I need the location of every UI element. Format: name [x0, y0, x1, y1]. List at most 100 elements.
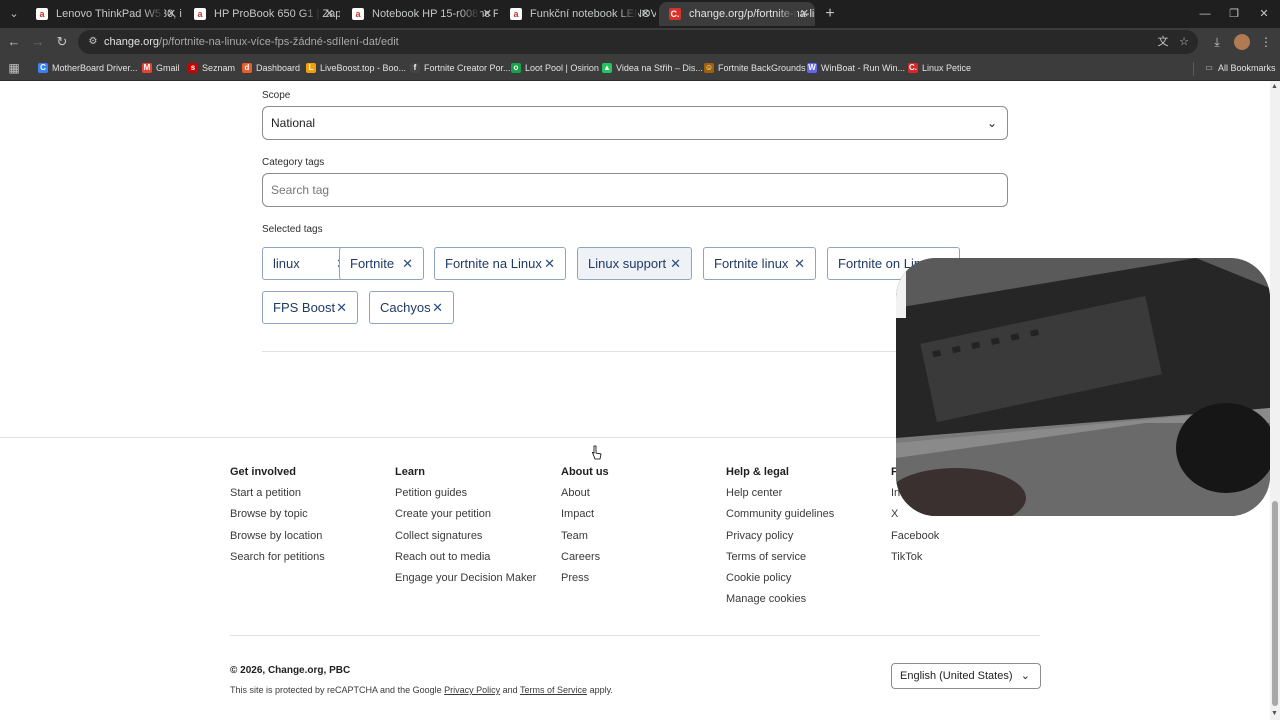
scroll-down-icon[interactable]: ▼	[1271, 710, 1278, 717]
footer-link[interactable]: Cookie policy	[726, 572, 834, 593]
footer-link[interactable]: Help center	[726, 487, 834, 508]
selected-tag[interactable]: Fortnite linux ✕	[703, 247, 816, 280]
url-host: change.org	[104, 36, 160, 48]
google-terms-link[interactable]: Terms of Service	[520, 685, 587, 695]
bookmark-item[interactable]: s Seznam	[188, 59, 235, 77]
footer-link[interactable]: Press	[561, 572, 609, 593]
footer-link[interactable]: Collect signatures	[395, 530, 536, 551]
footer-link[interactable]: Careers	[561, 551, 609, 572]
translate-icon[interactable]: 文	[1156, 35, 1170, 49]
tab-close-icon[interactable]: ✕	[167, 2, 176, 26]
footer-link[interactable]: Engage your Decision Maker	[395, 572, 536, 593]
bookmark-item[interactable]: C. Linux Petice	[908, 59, 971, 77]
selected-tag[interactable]: Cachyos ✕	[369, 291, 454, 324]
footer-heading: Get involved	[230, 466, 297, 478]
new-tab-button[interactable]: +	[821, 4, 839, 24]
remove-tag-icon[interactable]: ✕	[402, 248, 413, 279]
footer-link[interactable]: TikTok	[891, 551, 939, 572]
footer-link[interactable]: Team	[561, 530, 609, 551]
bookmark-favicon-icon: C.	[908, 63, 918, 73]
footer-link[interactable]: About	[561, 487, 609, 508]
tab-close-icon[interactable]: ✕	[641, 2, 650, 26]
bookmark-item[interactable]: L LiveBoost.top - Boo...	[306, 59, 406, 77]
tab-favicon-icon: a	[352, 8, 364, 20]
forward-arrow-icon[interactable]: →	[28, 32, 48, 52]
footer-link[interactable]: Impact	[561, 508, 609, 529]
selected-tag[interactable]: FPS Boost ✕	[262, 291, 358, 324]
footer-column: Get involved Start a petition Browse by to…	[230, 466, 325, 572]
browser-tab[interactable]: aLenovo ThinkPad W530, i7-3740✕	[26, 2, 182, 26]
browser-tab[interactable]: aNotebook HP 15-r008nc Flyer R✕	[342, 2, 498, 26]
scroll-up-icon[interactable]: ▲	[1271, 83, 1278, 90]
all-bookmarks-button[interactable]: ▭ All Bookmarks	[1204, 59, 1275, 77]
browser-tab[interactable]: aFunkční notebook LENOVO G50✕	[500, 2, 656, 26]
footer-link[interactable]: Reach out to media	[395, 551, 536, 572]
site-info-icon[interactable]: ⚙	[86, 35, 100, 49]
footer-link[interactable]: Create your petition	[395, 508, 536, 529]
bookmark-item[interactable]: ☺ Fortnite BackGrounds	[704, 59, 806, 77]
bookmark-item[interactable]: M Gmail	[142, 59, 180, 77]
scope-value: National	[271, 116, 316, 130]
bookmark-item[interactable]: d Dashboard	[242, 59, 300, 77]
footer-link[interactable]: Browse by topic	[230, 508, 325, 529]
remove-tag-icon[interactable]: ✕	[794, 248, 805, 279]
recaptcha-suffix: apply.	[589, 685, 613, 695]
bookmark-item[interactable]: C MotherBoard Driver...	[38, 59, 138, 77]
selected-tag[interactable]: Linux support ✕	[577, 247, 692, 280]
scroll-thumb[interactable]	[1272, 501, 1278, 706]
browser-tab[interactable]: aHP ProBook 650 G1 | Zapnete, f✕	[184, 2, 340, 26]
remove-tag-icon[interactable]: ✕	[432, 292, 443, 323]
selected-tags-label: Selected tags	[262, 224, 323, 235]
bookmark-item[interactable]: W WinBoat - Run Win...	[807, 59, 905, 77]
bookmark-label: Seznam	[202, 63, 236, 73]
page-scrollbar[interactable]: ▲ ▼	[1270, 81, 1280, 720]
bookmark-item[interactable]: ▲ Videa na Střih – Dis...	[602, 59, 703, 77]
footer-link[interactable]: Facebook	[891, 530, 939, 551]
google-privacy-link[interactable]: Privacy Policy	[444, 685, 500, 695]
folder-icon: ▭	[1205, 63, 1213, 72]
footer-link[interactable]: Browse by location	[230, 530, 325, 551]
footer-link[interactable]: Manage cookies	[726, 593, 834, 614]
maximize-icon[interactable]: ❐	[1219, 4, 1249, 24]
footer-link[interactable]: Community guidelines	[726, 508, 834, 529]
footer-link[interactable]: Terms of service	[726, 551, 834, 572]
tab-close-icon[interactable]: ✕	[800, 2, 809, 26]
browser-menu-icon[interactable]: ⋮	[1256, 32, 1276, 52]
footer-link[interactable]: Petition guides	[395, 487, 536, 508]
address-bar[interactable]: ⚙ change.org/p/fortnite-na-linux-více-fp…	[78, 30, 1198, 54]
tab-search-chevron-icon[interactable]: ⌄	[4, 4, 24, 24]
tab-close-icon[interactable]: ✕	[483, 2, 492, 26]
selected-tag[interactable]: Fortnite na Linux ✕	[434, 247, 566, 280]
bookmark-label: Fortnite BackGrounds	[718, 63, 806, 73]
url-text[interactable]: change.org/p/fortnite-na-linux-více-fps-…	[104, 30, 399, 54]
bookmark-label: LiveBoost.top - Boo...	[320, 63, 407, 73]
window-close-icon[interactable]: ✕	[1249, 4, 1279, 24]
remove-tag-icon[interactable]: ✕	[670, 248, 681, 279]
remove-tag-icon[interactable]: ✕	[336, 292, 347, 323]
bookmark-favicon-icon: s	[188, 63, 198, 73]
scope-label: Scope	[262, 90, 291, 101]
footer-link[interactable]: Search for petitions	[230, 551, 325, 572]
browser-toolbar: ← → ↻ ⚙ change.org/p/fortnite-na-linux-v…	[0, 28, 1280, 56]
profile-avatar[interactable]	[1234, 34, 1250, 50]
scope-select[interactable]: National ⌄	[262, 106, 1008, 140]
tab-close-icon[interactable]: ✕	[325, 2, 334, 26]
bookmark-star-icon[interactable]: ☆	[1177, 35, 1191, 49]
remove-tag-icon[interactable]: ✕	[544, 248, 555, 279]
back-arrow-icon[interactable]: ←	[4, 32, 24, 52]
bookmark-item[interactable]: o Loot Pool | Osirion	[511, 59, 599, 77]
apps-grid-icon[interactable]: ▦	[6, 60, 22, 76]
footer-link[interactable]: Privacy policy	[726, 530, 834, 551]
browser-tab[interactable]: C.change.org/p/fortnite-na-linux✕	[659, 2, 815, 26]
reload-icon[interactable]: ↻	[52, 32, 72, 52]
minimize-icon[interactable]: —	[1190, 4, 1220, 24]
tab-favicon-icon: a	[194, 8, 206, 20]
footer-link[interactable]: Start a petition	[230, 487, 325, 508]
tag-search-placeholder: Search tag	[271, 183, 330, 197]
selected-tag[interactable]: Fortnite ✕	[339, 247, 424, 280]
download-icon[interactable]: ⤓	[1207, 32, 1227, 52]
language-select[interactable]: English (United States) ⌄	[891, 663, 1041, 689]
bookmarks-bar: ▦ C MotherBoard Driver... M Gmail s Seznam d Da…	[0, 56, 1280, 81]
bookmark-item[interactable]: f Fortnite Creator Por...	[410, 59, 511, 77]
tag-search-input[interactable]: Search tag	[262, 173, 1008, 207]
